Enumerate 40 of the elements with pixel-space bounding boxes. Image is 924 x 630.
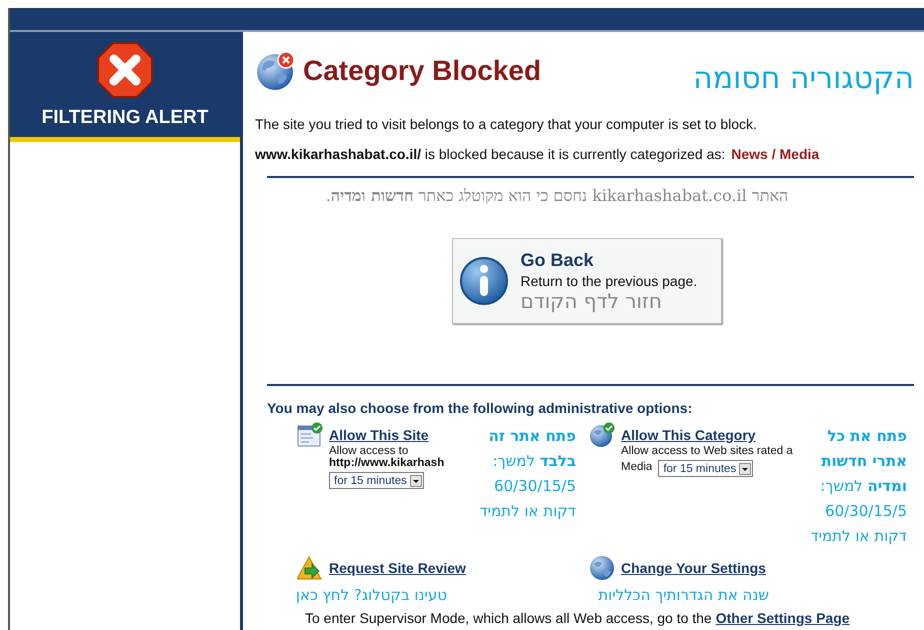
option-link[interactable]: Allow This Site [329, 427, 429, 443]
message-text: The site you tried to visit belongs to a category that your computer is set to block. [255, 116, 758, 132]
go-back-subtitle: Return to the previous page. [520, 272, 698, 288]
info-icon [458, 256, 508, 306]
globe-icon [589, 555, 615, 581]
stop-icon [96, 41, 154, 99]
site-url: http://www.kikarhash [329, 457, 444, 469]
annotation: 60/30/15/5 [824, 501, 907, 522]
option-link[interactable]: Change Your Settings [621, 560, 766, 576]
annotation: פתח את כל [826, 426, 907, 447]
annotation: שנה את הגדרותיך הכלליות [597, 585, 769, 606]
option-link[interactable]: Allow This Category [621, 427, 756, 443]
annotation: דקות או לתמיד [478, 501, 576, 522]
footer-text: To enter Supervisor Mode, which allows all Web access, go to the [305, 610, 712, 626]
annotation: 60/30/15/5 [493, 476, 576, 497]
annotation: אתרי חדשות [820, 451, 907, 472]
warning-arrow-icon [297, 555, 323, 581]
blocked-text: www.kikarhashabat.co.il/ is blocked because it is currently categorized as: [255, 146, 726, 162]
options-heading: You may also choose from the following administrative options: [267, 400, 694, 416]
annotation: הקטגוריה חסומה [693, 60, 914, 96]
category-name: Media [621, 461, 652, 473]
annotation: חזור לדף הקודם [520, 288, 663, 312]
settings-link[interactable]: Other Settings Page [716, 610, 850, 626]
option-link[interactable]: Request Site Review [329, 560, 466, 576]
page-title: Category Blocked [303, 55, 542, 87]
duration-dropdown[interactable]: for 15 minutes [658, 460, 754, 477]
annotation: בלבד למשך: [492, 451, 576, 472]
window-check-icon [297, 422, 323, 448]
annotation: טעינו בקטלוג? לחץ כאן [294, 585, 447, 606]
duration-dropdown[interactable]: for 15 minutes [329, 472, 424, 489]
sidebar-title: FILTERING ALERT [42, 107, 208, 129]
annotation: פתח אתר זה [488, 426, 576, 447]
option-description: Allow access to Web sites rated a [621, 445, 794, 457]
globe-check-icon [589, 422, 615, 448]
annotation: דקות או לתמיד [809, 526, 907, 547]
go-back-title: Go Back [520, 250, 595, 270]
hebrew-note: האתר kikarhashabat.co.il נחסם כי הוא מקוטלג כאתר חדשות ומדיה. [324, 186, 790, 206]
option-description: Allow access to [329, 445, 410, 457]
category-text: News / Media [731, 146, 820, 162]
annotation: ומדיה למשך: [819, 476, 907, 497]
